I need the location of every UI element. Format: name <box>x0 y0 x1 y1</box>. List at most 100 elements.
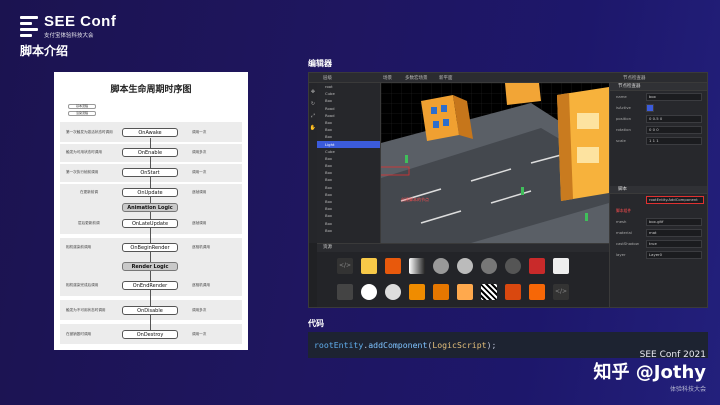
asset-thumb[interactable] <box>433 258 449 274</box>
diagram-note-right: 逐帧调用 <box>192 190 207 194</box>
asset-thumb[interactable] <box>433 284 449 300</box>
inspector-row: mesh box.gltf <box>610 216 707 227</box>
brand-title: SEE Conf <box>44 13 117 30</box>
hierarchy-row[interactable]: Cube <box>317 148 380 155</box>
inspector-row: name box <box>610 91 707 102</box>
hierarchy-row[interactable]: Box <box>317 176 380 183</box>
hierarchy-row[interactable]: Box <box>317 169 380 176</box>
editor-screenshot: 层级 场景 多数宏场景 新平面 节点检查器 ✥ ↻ ⤢ ✋ root Cube … <box>308 72 708 308</box>
brand-logo: SEE Conf 支付宝体验科技大会 <box>20 14 116 39</box>
node-onawake: OnAwake <box>122 128 178 137</box>
assets-panel: 资源 </> </> <box>317 243 609 307</box>
asset-thumb[interactable] <box>409 284 425 300</box>
asset-thumb[interactable] <box>529 258 545 274</box>
hierarchy-row[interactable]: Box <box>317 97 380 104</box>
script-asset-icon[interactable]: </> <box>337 258 353 274</box>
asset-thumb[interactable] <box>457 258 473 274</box>
legend-item: 渲染流程 <box>68 111 96 116</box>
asset-thumb[interactable] <box>337 284 353 300</box>
assets-header: 资源 <box>317 244 609 252</box>
diagram-note-right: 调用一次 <box>192 130 207 134</box>
node-ondisable: OnDisable <box>122 306 178 315</box>
scale-icon[interactable]: ⤢ <box>309 113 317 119</box>
diagram-note-left: 第一次触发为激活状态时调用 <box>66 130 113 134</box>
scene-render: 创建脚本的节点 <box>381 83 609 243</box>
annotation-left: 创建脚本的节点 <box>401 196 429 202</box>
hierarchy-row[interactable]: Box <box>317 184 380 191</box>
diagram-note-right: 调用多次 <box>192 150 207 154</box>
hierarchy-row[interactable]: Box <box>317 220 380 227</box>
component-script-row: rootEntity.AddComponent <box>610 194 707 205</box>
hierarchy-row[interactable]: Box <box>317 191 380 198</box>
hierarchy-row-selected[interactable]: Light <box>317 140 380 148</box>
code-label: 代码 <box>308 319 324 328</box>
inspector-title: 节点检查器 <box>623 76 646 81</box>
asset-thumb[interactable] <box>409 258 425 274</box>
lifecycle-diagram: 脚本生命周期时序图 基本流程 渲染流程 OnAwake OnEnable OnS… <box>54 72 248 350</box>
inspector-row: material mat <box>610 227 707 238</box>
hierarchy-row[interactable]: Box <box>317 119 380 126</box>
watermark: SEE Conf 2021 知乎 @Jothy 体验科技大会 <box>594 350 706 393</box>
diagram-note-right: 逐相机调用 <box>192 245 210 249</box>
asset-thumb[interactable] <box>505 258 521 274</box>
asset-thumb[interactable] <box>361 284 377 300</box>
editor-toolbar: ✥ ↻ ⤢ ✋ <box>309 83 317 243</box>
building-left <box>421 95 459 141</box>
component-header[interactable]: 脚本 <box>610 186 707 194</box>
node-onbeginrender: OnBeginRender <box>122 243 178 252</box>
diagram-note-right: 调用一次 <box>192 332 207 336</box>
tab-scene[interactable]: 场景 <box>383 75 392 81</box>
inspector-row: position 0 0.5 0 <box>610 113 707 124</box>
asset-thumb[interactable] <box>529 284 545 300</box>
hierarchy-row[interactable]: Cube <box>317 90 380 97</box>
hierarchy-row[interactable]: Road <box>317 112 380 119</box>
diagram-note-left: 层后更新前调 <box>78 221 100 225</box>
inspector-row: rotation 0 0 0 <box>610 124 707 135</box>
diagram-note-left: 相机渲染前调用 <box>66 245 92 249</box>
diagram-note-left: 触发为不可用状态时调用 <box>66 308 106 312</box>
asset-thumb[interactable] <box>481 258 497 274</box>
script-asset-icon[interactable]: </> <box>553 284 569 300</box>
hierarchy-row[interactable]: Road <box>317 105 380 112</box>
node-onenable: OnEnable <box>122 148 178 157</box>
asset-thumb[interactable] <box>481 284 497 300</box>
asset-thumb[interactable] <box>457 284 473 300</box>
node-onupdate: OnUpdate <box>122 188 178 197</box>
hierarchy-row[interactable]: Box <box>317 133 380 140</box>
hierarchy-row[interactable]: Box <box>317 126 380 133</box>
hierarchy-row[interactable]: Box <box>317 205 380 212</box>
node-onstart: OnStart <box>122 168 178 177</box>
diagram-title: 脚本生命周期时序图 <box>110 85 192 95</box>
node-onlateupdate: OnLateUpdate <box>122 219 178 228</box>
watermark-note: 体验科技大会 <box>669 386 706 393</box>
hierarchy-row[interactable]: Box <box>317 155 380 162</box>
tab-scene-file[interactable]: 多数宏场景 <box>405 75 428 81</box>
asset-thumb[interactable] <box>505 284 521 300</box>
hierarchy-row[interactable]: Box <box>317 198 380 205</box>
watermark-handle: 知乎 @Jothy <box>593 362 706 383</box>
hierarchy-row[interactable]: Box <box>317 162 380 169</box>
see-logo-icon <box>20 15 38 38</box>
hierarchy-row[interactable]: Box <box>317 212 380 219</box>
asset-thumb[interactable] <box>553 258 569 274</box>
section-title: 脚本介绍 <box>20 44 69 58</box>
diagram-legend: 基本流程 渲染流程 <box>68 104 96 118</box>
tab-hierarchy[interactable]: 层级 <box>323 75 332 81</box>
inspector-row: castShadow true <box>610 238 707 249</box>
tab-new-plane[interactable]: 新平面 <box>439 75 453 81</box>
inspector-row: scale 1 1 1 <box>610 135 707 146</box>
scene-viewport[interactable]: 创建脚本的节点 <box>381 83 609 243</box>
inspector-panel: 节点检查器 name box isActive position 0 0.5 0 r… <box>609 83 707 307</box>
asset-thumb[interactable] <box>385 258 401 274</box>
rotate-icon[interactable]: ↻ <box>309 101 317 107</box>
move-icon[interactable]: ✥ <box>309 89 317 95</box>
asset-thumb[interactable] <box>385 284 401 300</box>
hand-icon[interactable]: ✋ <box>309 125 317 131</box>
hierarchy-row[interactable]: root <box>317 83 380 90</box>
diagram-note-right: 逐相机调用 <box>192 283 210 287</box>
inspector-row: layer Layer0 <box>610 249 707 260</box>
hierarchy-row[interactable]: Box <box>317 227 380 234</box>
asset-thumb[interactable] <box>361 258 377 274</box>
annotation-right: 脚本组件 <box>616 208 632 213</box>
inspector-row: isActive <box>610 102 707 113</box>
